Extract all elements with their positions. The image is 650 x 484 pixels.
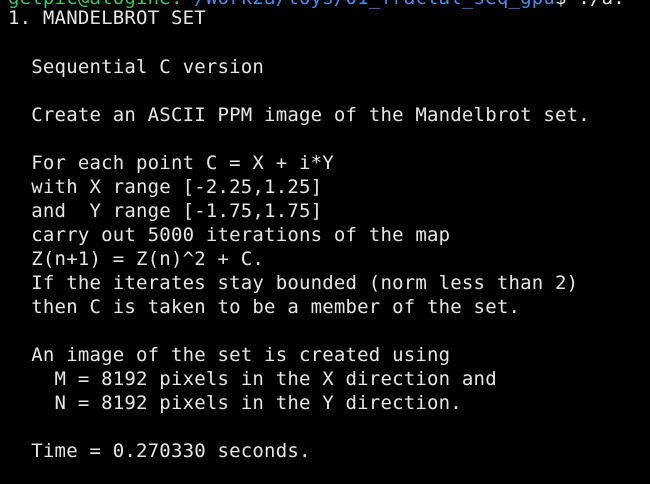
output-n-pixels: N = 8192 pixels in the Y direction. xyxy=(8,392,462,414)
output-m-pixels: M = 8192 pixels in the X direction and xyxy=(8,368,497,390)
terminal-window[interactable]: getpic@atogine:~/Work2a/toys/01_fractal_… xyxy=(0,0,650,484)
output-timing: Time = 0.270330 seconds. xyxy=(8,440,311,462)
output-member-rule: then C is taken to be a member of the se… xyxy=(8,296,521,318)
output-heading: 1. MANDELBROT SET xyxy=(8,7,206,29)
output-y-range: and Y range [-1.75,1.75] xyxy=(8,200,323,222)
output-point-line: For each point C = X + i*Y xyxy=(8,152,334,174)
prompt-path: ~/Work2a/toys/01_fractal_seq_gpu xyxy=(183,0,555,9)
output-description: Create an ASCII PPM image of the Mandelb… xyxy=(8,104,590,126)
output-x-range: with X range [-2.25,1.25] xyxy=(8,176,323,198)
output-iterations: carry out 5000 iterations of the map xyxy=(8,224,451,246)
output-map-formula: Z(n+1) = Z(n)^2 + C. xyxy=(8,248,265,270)
output-version: Sequential C version xyxy=(8,56,265,78)
output-bounded-rule: If the iterates stay bounded (norm less … xyxy=(8,272,579,294)
prompt-command: $ ./a. xyxy=(555,0,625,9)
output-image-intro: An image of the set is created using xyxy=(8,344,451,366)
